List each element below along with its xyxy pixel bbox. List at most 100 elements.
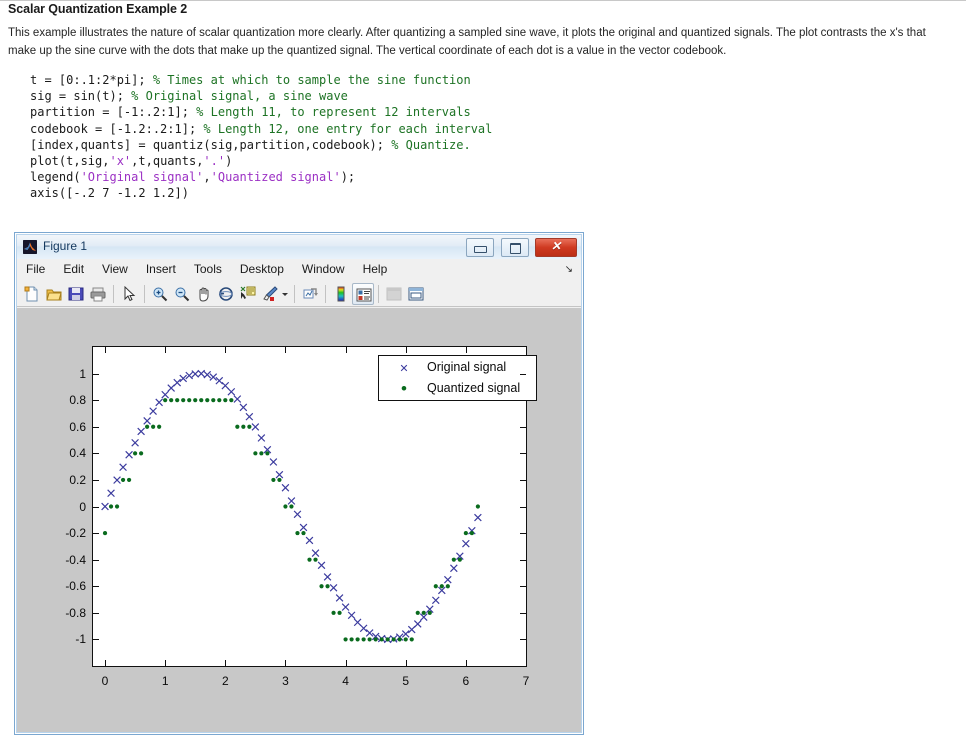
- matlab-logo-icon: [23, 240, 37, 254]
- y-axis-tick: [520, 612, 526, 614]
- legend-entry: ✕ Original signal: [379, 357, 536, 378]
- zoom-in-icon[interactable]: [149, 283, 171, 305]
- y-axis-ticklabel: 0.8: [69, 393, 86, 408]
- y-axis-ticklabel: -0.2: [65, 526, 86, 541]
- x-axis-tick: [285, 660, 287, 666]
- maximize-button[interactable]: [500, 238, 529, 257]
- colorbar-icon[interactable]: [330, 283, 352, 305]
- x-axis-tick: [105, 347, 107, 353]
- toolbar-separator: [144, 285, 145, 303]
- minimize-button[interactable]: [466, 238, 495, 257]
- rotate-3d-icon[interactable]: [215, 283, 237, 305]
- zoom-out-icon[interactable]: [171, 283, 193, 305]
- save-figure-icon[interactable]: [65, 283, 87, 305]
- x-axis-ticklabel: 3: [282, 674, 289, 688]
- x-axis-tick: [225, 347, 227, 353]
- toolbar-separator: [113, 285, 114, 303]
- link-plot-icon[interactable]: [299, 283, 321, 305]
- legend-label: Quantized signal: [427, 381, 521, 395]
- code-line: t = [0:.1:2*pi]; % Times at which to sam…: [30, 73, 471, 87]
- x-axis-ticklabel: 0: [101, 674, 109, 688]
- x-axis-tick: [285, 347, 287, 353]
- menu-item-edit[interactable]: Edit: [54, 259, 93, 279]
- menu-item-desktop[interactable]: Desktop: [231, 259, 293, 279]
- x-axis-tick: [405, 347, 407, 353]
- menu-item-window[interactable]: Window: [293, 259, 354, 279]
- menu-item-file[interactable]: File: [17, 259, 54, 279]
- menu-item-tools[interactable]: Tools: [185, 259, 231, 279]
- x-axis-tick: [225, 660, 227, 666]
- y-axis-tick: [520, 400, 526, 402]
- x-axis-tick: [165, 347, 167, 353]
- legend-label: Original signal: [427, 360, 507, 374]
- legend-x-marker-icon: ✕: [399, 363, 409, 375]
- figure-toolbar: [17, 281, 581, 307]
- page-description: This example illustrates the nature of s…: [8, 27, 926, 57]
- brush-select-data-icon[interactable]: [259, 283, 281, 305]
- figure-titlebar[interactable]: Figure 1 ✕: [17, 235, 581, 260]
- y-axis-ticklabel: 0.4: [69, 446, 86, 461]
- code-line: sig = sin(t); % Original signal, a sine …: [30, 89, 348, 104]
- y-axis-ticklabel: -0.6: [65, 579, 86, 594]
- data-cursor-icon[interactable]: [237, 283, 259, 305]
- plot-area: ✕ Original signal • Quantized signal 1 0.8 0.…: [17, 308, 583, 736]
- y-axis-tick: [93, 479, 99, 481]
- y-axis-tick: [93, 612, 99, 614]
- legend[interactable]: ✕ Original signal • Quantized signal: [378, 355, 537, 401]
- legend-dot-marker-icon: •: [401, 379, 407, 398]
- x-axis-ticklabel: 7: [522, 674, 530, 688]
- code-sample: t = [0:.1:2*pi]; % Times at which to sam…: [30, 72, 492, 202]
- x-axis-tick: [165, 660, 167, 666]
- y-axis-tick: [93, 426, 99, 428]
- figure-title: Figure 1: [43, 239, 88, 253]
- y-axis-tick: [93, 533, 99, 535]
- show-plot-tools-icon[interactable]: [405, 283, 427, 305]
- pan-hand-icon[interactable]: [193, 283, 215, 305]
- y-axis-ticklabel: 1: [79, 366, 86, 381]
- code-line: codebook = [-1.2:.2:1]; % Length 12, one…: [30, 121, 493, 136]
- y-axis-tick: [93, 400, 99, 402]
- toolbar-separator: [325, 285, 326, 303]
- figure-window-inner: Figure 1 ✕ File Edit View Insert Tools Deskto…: [16, 234, 582, 733]
- x-axis-tick: [405, 660, 407, 666]
- toolbar-separator: [294, 285, 295, 303]
- edit-plot-pointer-icon[interactable]: [118, 283, 140, 305]
- y-axis-tick: [93, 559, 99, 561]
- x-axis-ticklabel: 1: [161, 674, 169, 688]
- close-icon: ✕: [550, 239, 562, 253]
- y-axis-tick: [93, 506, 99, 508]
- code-line: legend('Original signal','Quantized sign…: [30, 170, 356, 185]
- y-axis-tick: [520, 373, 526, 375]
- toolbar-separator: [378, 285, 379, 303]
- menu-item-insert[interactable]: Insert: [137, 259, 185, 279]
- figure-window[interactable]: Figure 1 ✕ File Edit View Insert Tools Deskto…: [14, 232, 584, 735]
- x-axis-tick: [345, 347, 347, 353]
- x-axis-ticklabel: 6: [462, 674, 470, 688]
- legend-entry: • Quantized signal: [379, 378, 536, 399]
- y-axis-ticklabel: 0.6: [69, 419, 86, 434]
- y-axis-tick: [93, 373, 99, 375]
- menu-overflow-icon[interactable]: ↘: [565, 264, 573, 275]
- x-axis-ticklabel: 2: [221, 674, 229, 688]
- hide-plot-tools-icon: [383, 283, 405, 305]
- chevron-down-icon[interactable]: [281, 283, 290, 305]
- menu-item-help[interactable]: Help: [354, 259, 397, 279]
- axes-box: ✕ Original signal • Quantized signal: [92, 346, 537, 667]
- close-button[interactable]: ✕: [535, 238, 577, 257]
- figure-menubar: File Edit View Insert Tools Desktop Window Help…: [17, 259, 581, 282]
- x-axis-tick: [526, 347, 527, 353]
- y-axis-tick: [520, 506, 526, 508]
- new-figure-icon[interactable]: [21, 283, 43, 305]
- code-line: [index,quants] = quantiz(sig,partition,c…: [30, 137, 471, 152]
- series-quantized: [102, 398, 480, 642]
- window-controls: ✕: [464, 238, 577, 257]
- x-axis-ticklabel: 4: [342, 674, 349, 688]
- y-axis-tick: [93, 453, 99, 455]
- legend-toggle-icon[interactable]: [352, 283, 374, 305]
- print-figure-icon[interactable]: [87, 283, 109, 305]
- x-axis-tick: [465, 660, 467, 666]
- x-axis-tick: [345, 660, 347, 666]
- y-axis-tick: [520, 426, 526, 428]
- menu-item-view[interactable]: View: [93, 259, 137, 279]
- open-file-icon[interactable]: [43, 283, 65, 305]
